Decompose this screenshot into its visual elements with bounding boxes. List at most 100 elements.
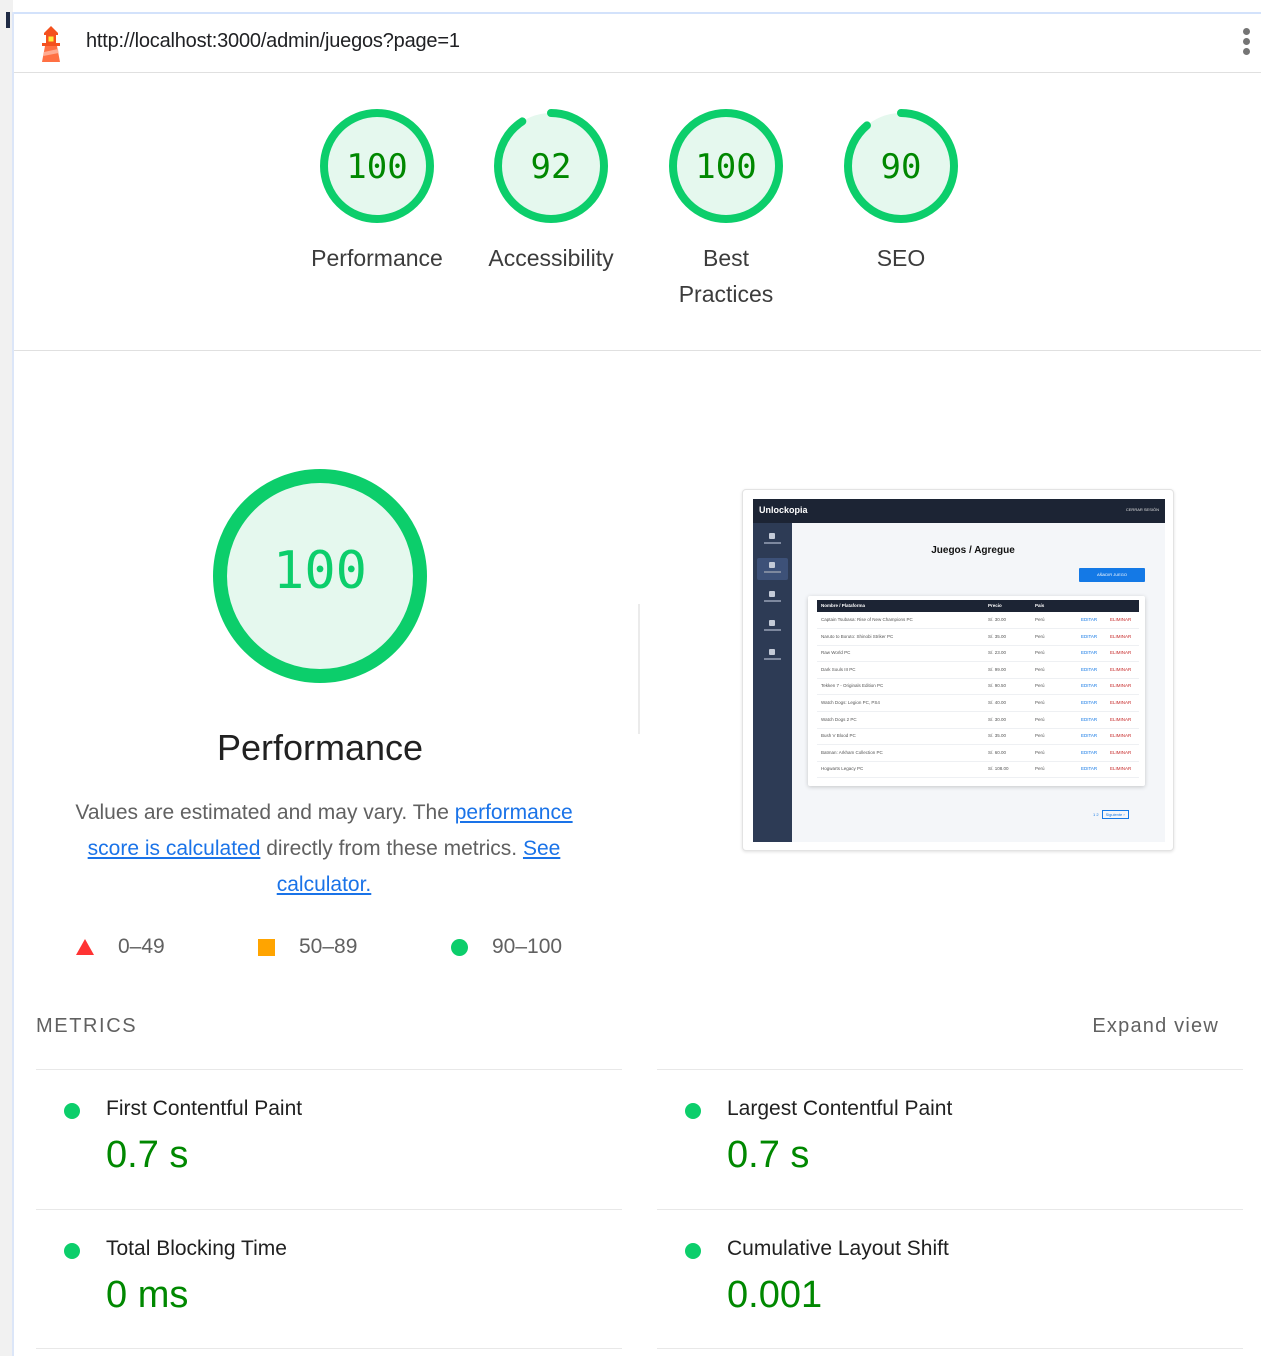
metrics-divider: [36, 1348, 622, 1349]
thumb-cell: Captain Tsubasa: Rise of New Champions P…: [821, 617, 913, 622]
description-text: directly from these metrics.: [260, 837, 523, 860]
thumb-cell: Naruto to Boruto: Shinobi Striker PC: [821, 633, 894, 639]
report-url-bar: http://localhost:3000/admin/juegos?page=…: [14, 12, 1261, 73]
thumb-cell: ELIMINAR: [1110, 766, 1132, 772]
metric-value: 0.7 s: [727, 1134, 810, 1176]
average-square-icon: [258, 938, 275, 956]
thumb-cell: Raw World PC: [821, 650, 851, 656]
gauge-score: 90: [881, 147, 922, 187]
gauge-best-practices[interactable]: 100 Best Practices: [651, 106, 801, 312]
metric-label: First Contentful Paint: [106, 1097, 303, 1120]
thumb-cell: EDITAR: [1081, 700, 1098, 705]
thumb-col: Nombre / Plataforma: [821, 603, 866, 608]
legend-fail: 0–49: [76, 935, 165, 959]
thumb-cell: S/. 30.00: [988, 617, 1007, 622]
legend-range: 50–89: [299, 935, 358, 958]
gutter-marker: [6, 12, 10, 28]
report-url: http://localhost:3000/admin/juegos?page=…: [86, 30, 460, 52]
thumb-cell: S/. 40.00: [988, 700, 1007, 705]
thumb-nav-item: [757, 645, 788, 667]
thumb-cell: EDITAR: [1081, 666, 1098, 672]
gauge-ring: 100: [669, 109, 783, 223]
legend-range: 0–49: [118, 935, 165, 958]
thumb-pager: 1 2 Siguiente ›: [1093, 810, 1129, 819]
thumb-cell: S/. 108.00: [988, 766, 1009, 772]
metric-value: 0.7 s: [106, 1134, 189, 1176]
gauge-seo[interactable]: 90 SEO: [826, 106, 976, 276]
thumb-table-row: Bush V Blood PC S/. 35.00 Perú EDITAR ELIMIN…: [817, 728, 1139, 746]
thumb-cell: Perú: [1035, 666, 1045, 672]
pass-circle-icon: [64, 1103, 80, 1119]
metric-value: 0.001: [727, 1274, 823, 1316]
metric-label: Largest Contentful Paint: [727, 1097, 953, 1120]
thumb-cell: EDITAR: [1081, 749, 1098, 755]
thumb-cell: ELIMINAR: [1110, 617, 1132, 622]
thumb-pages: 1 2: [1093, 812, 1099, 817]
thumb-table-row: Batman: Arkham Collection PC S/. 60.00 Per…: [817, 745, 1139, 762]
gauge-score: 92: [531, 147, 572, 187]
expand-view-toggle[interactable]: Expand view: [1092, 1015, 1219, 1038]
thumb-page-title: Juegos / Agregue: [931, 545, 1015, 556]
gauge-label: SEO: [876, 245, 926, 271]
gauge-score: 100: [273, 541, 367, 601]
thumb-nav-item: [757, 587, 788, 609]
thumb-add-button: AÑADIR JUEGO: [1079, 568, 1145, 582]
thumb-cell: S/. 30.00: [988, 716, 1007, 722]
thumb-cell: Perú: [1035, 617, 1045, 622]
thumb-table-row: Captain Tsubasa: Rise of New Champions P…: [817, 612, 1139, 629]
thumb-cell: S/. 23.00: [988, 650, 1007, 656]
thumb-cell: ELIMINAR: [1110, 666, 1132, 672]
screenshot-content: Unlockopia CERRAR SESIÓN Juegos / Agregu…: [753, 499, 1165, 842]
category-gauges: 100 Performance 92 Accessibility 100 Best Prac…: [14, 72, 1261, 351]
thumb-col: País: [1035, 603, 1045, 608]
metric-first-contentful-paint: First Contentful Paint 0.7 s: [36, 1069, 622, 1208]
thumb-cell: EDITAR: [1081, 733, 1098, 739]
pass-circle-icon: [685, 1103, 701, 1119]
gauge-label: Performance: [311, 245, 443, 271]
pass-circle-icon: [64, 1243, 80, 1259]
legend-pass: 90–100: [451, 935, 562, 959]
thumb-cell: Perú: [1035, 700, 1045, 705]
thumb-cell: ELIMINAR: [1110, 733, 1132, 739]
thumb-cell: Perú: [1035, 650, 1045, 656]
thumb-cell: EDITAR: [1081, 683, 1098, 689]
thumb-table-row: Raw World PC S/. 23.00 Perú EDITAR ELIMINAR: [817, 645, 1139, 663]
thumb-cell: EDITAR: [1081, 766, 1098, 772]
thumb-cell: ELIMINAR: [1110, 650, 1132, 656]
final-screenshot[interactable]: Unlockopia CERRAR SESIÓN Juegos / Agregu…: [742, 489, 1174, 851]
gauge-score: 100: [346, 147, 407, 187]
performance-section: 100 Performance Values are estimated and…: [14, 351, 1261, 1356]
thumb-cell: Batman: Arkham Collection PC: [821, 749, 883, 755]
gauge-accessibility[interactable]: 92 Accessibility: [476, 106, 626, 276]
gauge-score: 100: [695, 147, 756, 187]
thumb-nav-item: [757, 558, 788, 580]
thumb-topbar: Unlockopia CERRAR SESIÓN: [753, 499, 1165, 523]
thumb-cell: EDITAR: [1081, 650, 1098, 656]
lighthouse-icon: [42, 26, 60, 62]
thumb-table-row: Tekken 7 - Originals Edition PC S/. 90.50…: [817, 678, 1139, 696]
pass-circle-icon: [685, 1243, 701, 1259]
thumb-cell: Tekken 7 - Originals Edition PC: [821, 683, 884, 689]
thumb-cell: Watch Dogs 2 PC: [821, 716, 857, 722]
metrics-divider: [657, 1348, 1243, 1349]
thumb-cell: Dark Souls III PC: [821, 666, 856, 672]
thumb-table-row: Dark Souls III PC S/. 99.00 Perú EDITAR ELIM…: [817, 662, 1139, 679]
kebab-menu-icon[interactable]: [1239, 28, 1253, 60]
thumb-cell: Perú: [1035, 683, 1045, 689]
thumb-cell: Bush V Blood PC: [821, 733, 856, 739]
metrics-header: METRICS: [36, 1015, 138, 1037]
left-gutter: [0, 0, 14, 1356]
gauge-performance[interactable]: 100 Performance: [302, 106, 452, 276]
gauge-label: Best Practices: [678, 245, 774, 307]
thumb-cell: Perú: [1035, 733, 1045, 739]
thumb-cell: S/. 99.00: [988, 666, 1007, 672]
thumb-cell: Perú: [1035, 766, 1045, 772]
thumb-cell: S/. 35.00: [988, 733, 1007, 739]
thumb-cell: S/. 90.50: [988, 683, 1007, 689]
metric-label: Total Blocking Time: [106, 1237, 287, 1260]
thumb-cell: S/. 35.00: [988, 633, 1007, 639]
gauge-ring: 90: [844, 109, 958, 223]
metric-cumulative-layout-shift: Cumulative Layout Shift 0.001: [657, 1209, 1243, 1348]
thumb-sidebar: [753, 523, 792, 842]
thumb-cell: Perú: [1035, 749, 1045, 755]
